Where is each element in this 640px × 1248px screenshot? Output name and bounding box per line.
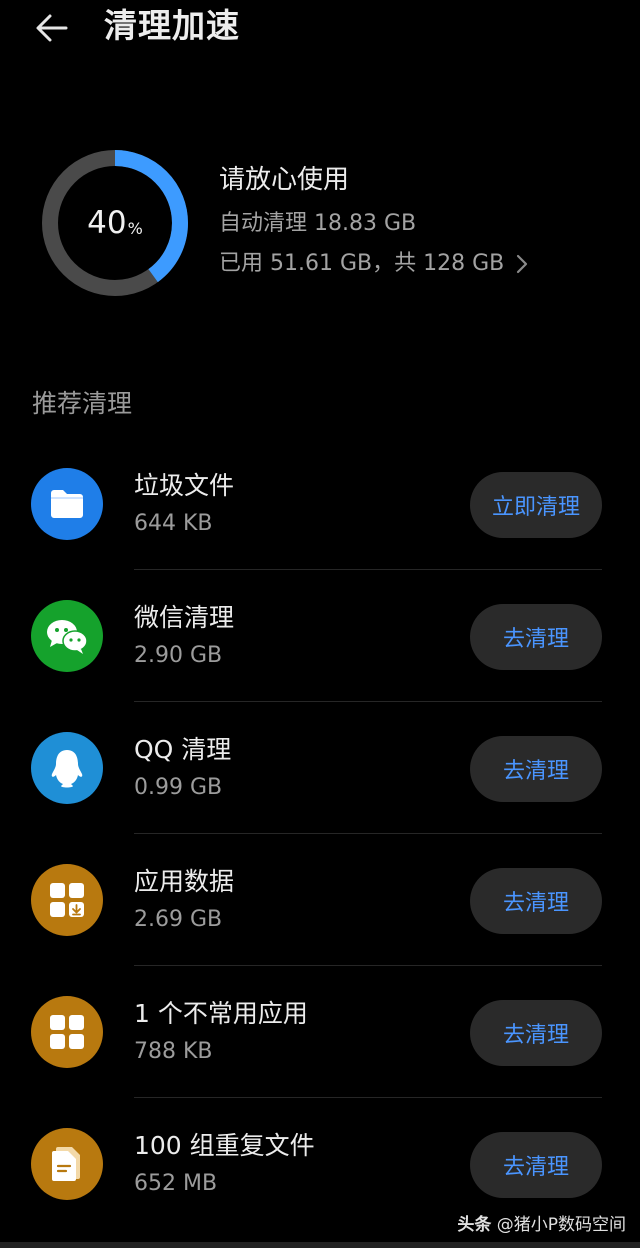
- qq-icon-badge: [31, 732, 103, 804]
- item-name: QQ 清理: [134, 735, 232, 764]
- item-size: 2.90 GB: [134, 643, 223, 668]
- clean-list: 垃圾文件 644 KB 立即清理 微信清理 2.90 GB 去清理 QQ 清理 …: [0, 438, 640, 1230]
- header-bar: 清理加速: [0, 0, 640, 60]
- duplicate-files-icon: [52, 1147, 80, 1181]
- list-item-wechat[interactable]: 微信清理 2.90 GB 去清理: [0, 570, 640, 702]
- back-arrow-icon: [36, 14, 68, 42]
- usage-percent-unit: %: [127, 218, 143, 238]
- storage-status-title: 请放心使用: [219, 165, 350, 195]
- junk-files-icon-badge: [31, 468, 103, 540]
- storage-summary: 40% 请放心使用 自动清理 18.83 GB 已用 51.61 GB，共 12…: [0, 140, 640, 310]
- watermark-brand: 头条: [457, 1215, 492, 1235]
- list-item-duplicate-files[interactable]: 100 组重复文件 652 MB 去清理: [0, 1098, 640, 1230]
- unused-apps-icon-badge: [31, 996, 103, 1068]
- item-size: 0.99 GB: [134, 775, 223, 800]
- list-item-unused-apps[interactable]: 1 个不常用应用 788 KB 去清理: [0, 966, 640, 1098]
- go-clean-button[interactable]: 去清理: [470, 736, 602, 802]
- auto-clean-info: 自动清理 18.83 GB: [219, 211, 417, 236]
- section-title-recommended: 推荐清理: [32, 389, 133, 418]
- app-data-icon-badge: [31, 864, 103, 936]
- storage-usage-link[interactable]: 已用 51.61 GB，共 128 GB: [219, 248, 532, 280]
- item-name: 微信清理: [134, 603, 235, 632]
- app-data-icon: [50, 883, 84, 917]
- list-item-app-data[interactable]: 应用数据 2.69 GB 去清理: [0, 834, 640, 966]
- usage-percent: 40%: [40, 148, 190, 298]
- usage-percent-value: 40: [87, 205, 127, 241]
- item-name: 垃圾文件: [134, 471, 235, 500]
- storage-usage-text: 已用 51.61 GB，共 128 GB: [219, 251, 505, 276]
- chevron-right-icon: [517, 254, 528, 274]
- go-clean-button[interactable]: 去清理: [470, 1132, 602, 1198]
- folder-icon: [51, 490, 83, 518]
- list-item-junk-files[interactable]: 垃圾文件 644 KB 立即清理: [0, 438, 640, 570]
- wechat-icon-badge: [31, 600, 103, 672]
- wechat-icon: [47, 620, 88, 654]
- item-size: 2.69 GB: [134, 907, 223, 932]
- duplicate-files-icon-badge: [31, 1128, 103, 1200]
- item-name: 1 个不常用应用: [134, 999, 308, 1028]
- go-clean-button[interactable]: 去清理: [470, 604, 602, 670]
- item-size: 788 KB: [134, 1039, 213, 1064]
- go-clean-button[interactable]: 去清理: [470, 1000, 602, 1066]
- apps-grid-icon: [50, 1015, 84, 1049]
- list-item-qq[interactable]: QQ 清理 0.99 GB 去清理: [0, 702, 640, 834]
- item-size: 652 MB: [134, 1171, 218, 1196]
- clean-now-button[interactable]: 立即清理: [470, 472, 602, 538]
- item-name: 100 组重复文件: [134, 1131, 315, 1160]
- go-clean-button[interactable]: 去清理: [470, 868, 602, 934]
- qq-penguin-icon: [51, 750, 83, 788]
- page-title: 清理加速: [104, 6, 240, 45]
- item-name: 应用数据: [134, 867, 235, 896]
- bottom-nav-strip: [0, 1242, 640, 1248]
- watermark-handle: @猪小P数码空间: [496, 1215, 626, 1235]
- item-size: 644 KB: [134, 511, 213, 536]
- back-button[interactable]: [30, 6, 74, 50]
- watermark: 头条 @猪小P数码空间: [457, 1212, 626, 1238]
